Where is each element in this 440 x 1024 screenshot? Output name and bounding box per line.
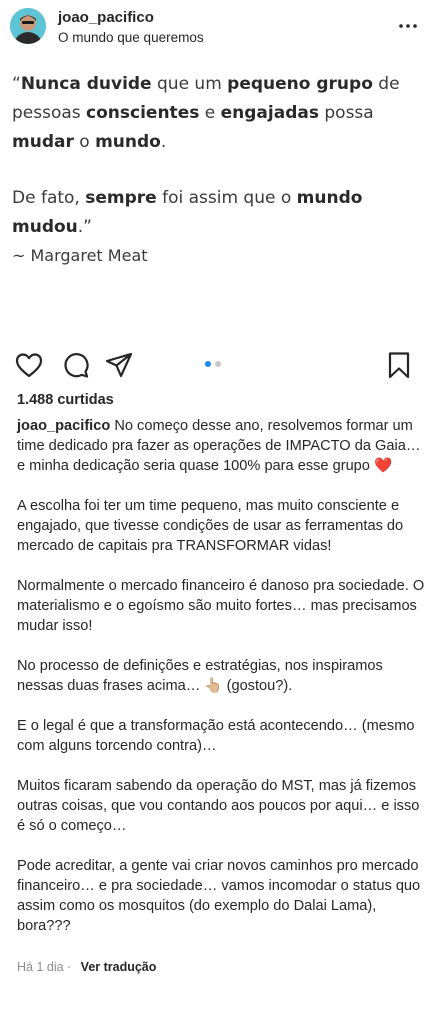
post-footer: Há 1 dia · Ver tradução — [17, 960, 156, 974]
translate-link[interactable]: Ver tradução — [81, 960, 157, 974]
footer-separator: · — [63, 960, 75, 974]
caption-paragraph: E o legal é que a transformação está aco… — [17, 718, 415, 754]
comment-icon[interactable] — [60, 350, 90, 380]
action-bar — [0, 346, 440, 382]
post-image[interactable]: “Nunca duvide que um pequeno grupo de pe… — [0, 54, 440, 344]
post-username[interactable]: joao_pacifico — [58, 9, 154, 26]
post-header: joao_pacifico O mundo que queremos — [0, 0, 440, 54]
post-caption: joao_pacifico No começo desse ano, resol… — [17, 416, 429, 956]
avatar[interactable] — [10, 8, 46, 44]
post-location[interactable]: O mundo que queremos — [58, 30, 204, 45]
caption-paragraph: joao_pacifico No começo desse ano, resol… — [17, 418, 421, 474]
carousel-dot — [215, 361, 221, 367]
caption-paragraph: A escolha foi ter um time pequeno, mas m… — [17, 498, 404, 554]
caption-paragraph: No processo de definições e estratégias,… — [17, 658, 383, 694]
post-timestamp: Há 1 dia — [17, 960, 64, 974]
heart-icon[interactable] — [14, 350, 44, 380]
image-quote-text-2: De fato, sempre foi assim que o mundo mu… — [12, 188, 363, 237]
caption-paragraph: Muitos ficaram sabendo da operação do MS… — [17, 778, 420, 834]
image-quote-author: ~ Margaret Meat — [12, 246, 148, 265]
caption-paragraph: Pode acreditar, a gente vai criar novos … — [17, 858, 421, 934]
likes-count[interactable]: 1.488 curtidas — [17, 392, 114, 408]
carousel-dot-active — [205, 361, 211, 367]
carousel-indicator — [205, 361, 225, 369]
caption-paragraph: Normalmente o mercado financeiro é danos… — [17, 578, 425, 634]
bookmark-icon[interactable] — [384, 350, 414, 380]
share-icon[interactable] — [104, 350, 134, 380]
more-icon[interactable] — [396, 16, 420, 36]
image-quote-text: “Nunca duvide que um pequeno grupo de pe… — [12, 74, 400, 152]
caption-username[interactable]: joao_pacifico — [17, 418, 110, 434]
